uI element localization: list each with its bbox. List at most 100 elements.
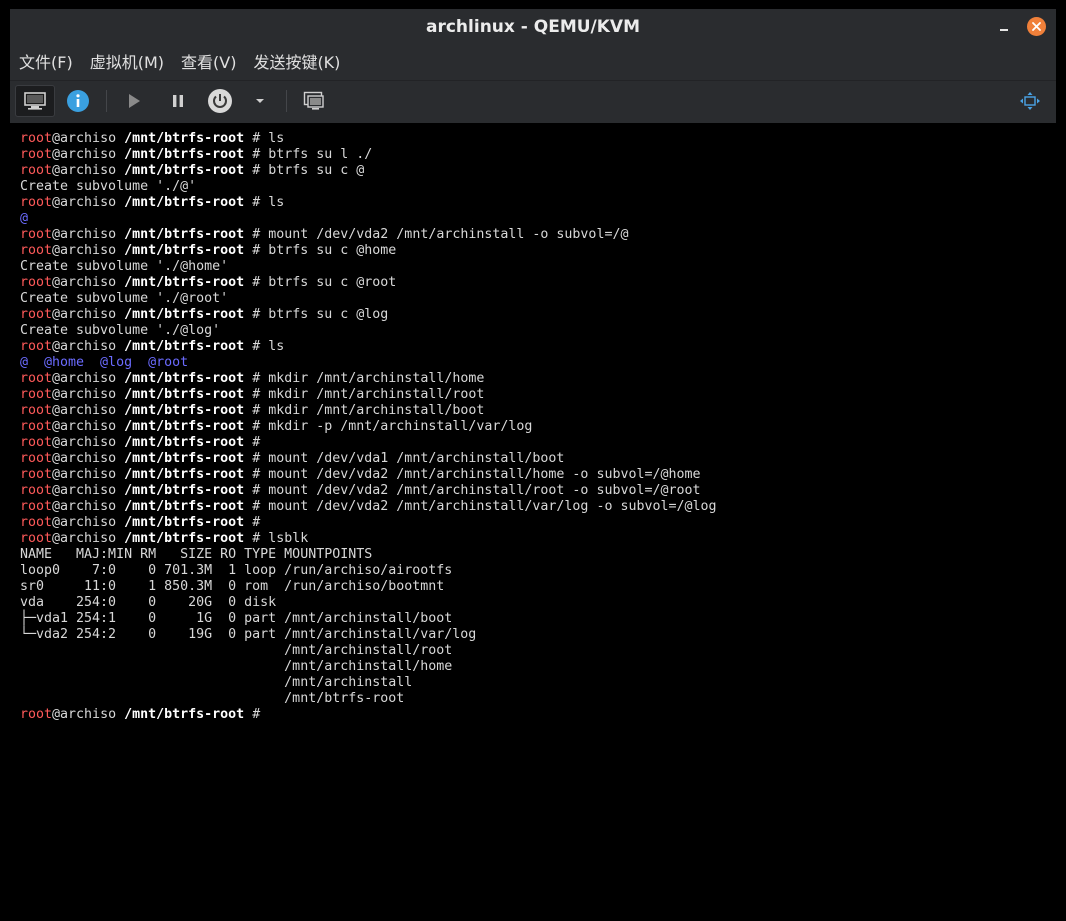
- output-text: ├─vda1 254:1 0 1G 0 part /mnt/archinstal…: [20, 611, 453, 626]
- prompt-host: @archiso: [52, 147, 117, 162]
- prompt-path: /mnt/btrfs-root: [124, 243, 245, 258]
- title-bar[interactable]: archlinux - QEMU/KVM: [10, 9, 1056, 46]
- terminal-line: root@archiso /mnt/btrfs-root # btrfs su …: [20, 307, 389, 322]
- output-text: loop0 7:0 0 701.3M 1 loop /run/archiso/a…: [20, 563, 453, 578]
- terminal-line: root@archiso /mnt/btrfs-root # ls: [20, 131, 285, 146]
- prompt-user: root: [20, 243, 53, 258]
- terminal-line: root@archiso /mnt/btrfs-root # btrfs su …: [20, 163, 365, 178]
- menu-bar: 文件(F) 虚拟机(M) 查看(V) 发送按键(K): [10, 46, 1056, 80]
- prompt-user: root: [20, 387, 53, 402]
- output-text: /mnt/archinstall/home: [20, 659, 453, 674]
- prompt-host: @archiso: [52, 243, 117, 258]
- command-text: ls: [268, 339, 285, 354]
- play-icon: [129, 94, 140, 108]
- prompt-path: /mnt/btrfs-root: [124, 451, 245, 466]
- command-text: btrfs su c @root: [268, 275, 397, 290]
- terminal-line: loop0 7:0 0 701.3M 1 loop /run/archiso/a…: [20, 563, 717, 579]
- command-text: mkdir /mnt/archinstall/boot: [268, 403, 485, 418]
- prompt-user: root: [20, 499, 53, 514]
- screenshot-icon: [303, 91, 324, 110]
- output-text: └─vda2 254:2 0 19G 0 part /mnt/archinsta…: [20, 627, 477, 642]
- terminal-line: root@archiso /mnt/btrfs-root # mkdir -p …: [20, 419, 533, 434]
- close-button[interactable]: [1027, 17, 1046, 36]
- shutdown-menu-button[interactable]: [250, 85, 270, 117]
- output-text: vda 254:0 0 20G 0 disk: [20, 595, 277, 610]
- terminal-line: root@archiso /mnt/btrfs-root #: [20, 435, 269, 450]
- terminal-line: NAME MAJ:MIN RM SIZE RO TYPE MOUNTPOINTS: [20, 547, 717, 563]
- prompt-user: root: [20, 435, 53, 450]
- prompt-host: @archiso: [52, 227, 117, 242]
- prompt-host: @archiso: [52, 499, 117, 514]
- prompt-host: @archiso: [52, 531, 117, 546]
- prompt-host: @archiso: [52, 307, 117, 322]
- command-text: lsblk: [268, 531, 309, 546]
- terminal-line: root@archiso /mnt/btrfs-root #: [20, 707, 269, 722]
- prompt-user: root: [20, 371, 53, 386]
- prompt-path: /mnt/btrfs-root: [124, 419, 245, 434]
- prompt-path: /mnt/btrfs-root: [124, 339, 245, 354]
- terminal-line: /mnt/btrfs-root: [20, 691, 717, 707]
- command-text: btrfs su c @: [268, 163, 365, 178]
- prompt-path: /mnt/btrfs-root: [124, 227, 245, 242]
- menu-vm[interactable]: 虚拟机(M): [89, 46, 172, 80]
- command-text: btrfs su c @log: [268, 307, 389, 322]
- close-icon: [1032, 22, 1041, 31]
- prompt-host: @archiso: [52, 275, 117, 290]
- prompt-user: root: [20, 467, 53, 482]
- window-title: archlinux - QEMU/KVM: [426, 17, 640, 37]
- fullscreen-button[interactable]: [1016, 85, 1044, 117]
- terminal-line: root@archiso /mnt/btrfs-root # ls: [20, 195, 285, 210]
- terminal-line: root@archiso /mnt/btrfs-root # mount /de…: [20, 227, 629, 242]
- terminal-line: root@archiso /mnt/btrfs-root # btrfs su …: [20, 147, 373, 162]
- prompt-user: root: [20, 531, 53, 546]
- pause-button[interactable]: [166, 85, 190, 117]
- menu-send-key[interactable]: 发送按键(K): [252, 46, 348, 80]
- console-view-button[interactable]: [15, 85, 55, 117]
- prompt-user: root: [20, 227, 53, 242]
- prompt-host: @archiso: [52, 195, 117, 210]
- prompt-path: /mnt/btrfs-root: [124, 371, 245, 386]
- prompt-path: /mnt/btrfs-root: [124, 163, 245, 178]
- prompt-user: root: [20, 451, 53, 466]
- output-text: /mnt/btrfs-root: [20, 691, 405, 706]
- power-icon: [208, 89, 232, 113]
- terminal-line: /mnt/archinstall: [20, 675, 717, 691]
- minimize-button[interactable]: [994, 17, 1014, 37]
- vm-console[interactable]: root@archiso /mnt/btrfs-root # ls root@ar…: [10, 123, 1056, 921]
- menu-file[interactable]: 文件(F): [18, 46, 81, 80]
- output-text: Create subvolume './@home': [20, 259, 229, 274]
- terminal-line: root@archiso /mnt/btrfs-root # mount /de…: [20, 499, 717, 514]
- prompt-path: /mnt/btrfs-root: [124, 195, 245, 210]
- terminal-output: root@archiso /mnt/btrfs-root # ls root@ar…: [20, 131, 717, 723]
- run-button[interactable]: [121, 85, 147, 117]
- command-text: mount /dev/vda2 /mnt/archinstall/root -o…: [268, 483, 701, 498]
- terminal-line: /mnt/archinstall/root: [20, 643, 717, 659]
- command-text: mkdir /mnt/archinstall/root: [268, 387, 485, 402]
- prompt-host: @archiso: [52, 371, 117, 386]
- monitor-icon: [24, 92, 46, 110]
- shutdown-button[interactable]: [206, 85, 234, 117]
- prompt-path: /mnt/btrfs-root: [124, 531, 245, 546]
- prompt-user: root: [20, 339, 53, 354]
- prompt-host: @archiso: [52, 339, 117, 354]
- prompt-host: @archiso: [52, 435, 117, 450]
- prompt-path: /mnt/btrfs-root: [124, 515, 245, 530]
- snapshots-button[interactable]: [300, 85, 328, 117]
- pause-icon: [173, 95, 183, 107]
- terminal-line: Create subvolume './@log': [20, 323, 717, 339]
- prompt-user: root: [20, 163, 53, 178]
- chevron-down-icon: [256, 99, 264, 103]
- toolbar: [10, 80, 1056, 123]
- terminal-line: root@archiso /mnt/btrfs-root # btrfs su …: [20, 243, 397, 258]
- details-button[interactable]: [64, 85, 92, 117]
- prompt-path: /mnt/btrfs-root: [124, 467, 245, 482]
- terminal-line: vda 254:0 0 20G 0 disk: [20, 595, 717, 611]
- output-text: Create subvolume './@log': [20, 323, 221, 338]
- terminal-line: ├─vda1 254:1 0 1G 0 part /mnt/archinstal…: [20, 611, 717, 627]
- prompt-host: @archiso: [52, 707, 117, 722]
- prompt-host: @archiso: [52, 515, 117, 530]
- output-text: Create subvolume './@root': [20, 291, 229, 306]
- menu-view[interactable]: 查看(V): [180, 46, 244, 80]
- prompt-path: /mnt/btrfs-root: [124, 483, 245, 498]
- info-icon: [67, 90, 89, 112]
